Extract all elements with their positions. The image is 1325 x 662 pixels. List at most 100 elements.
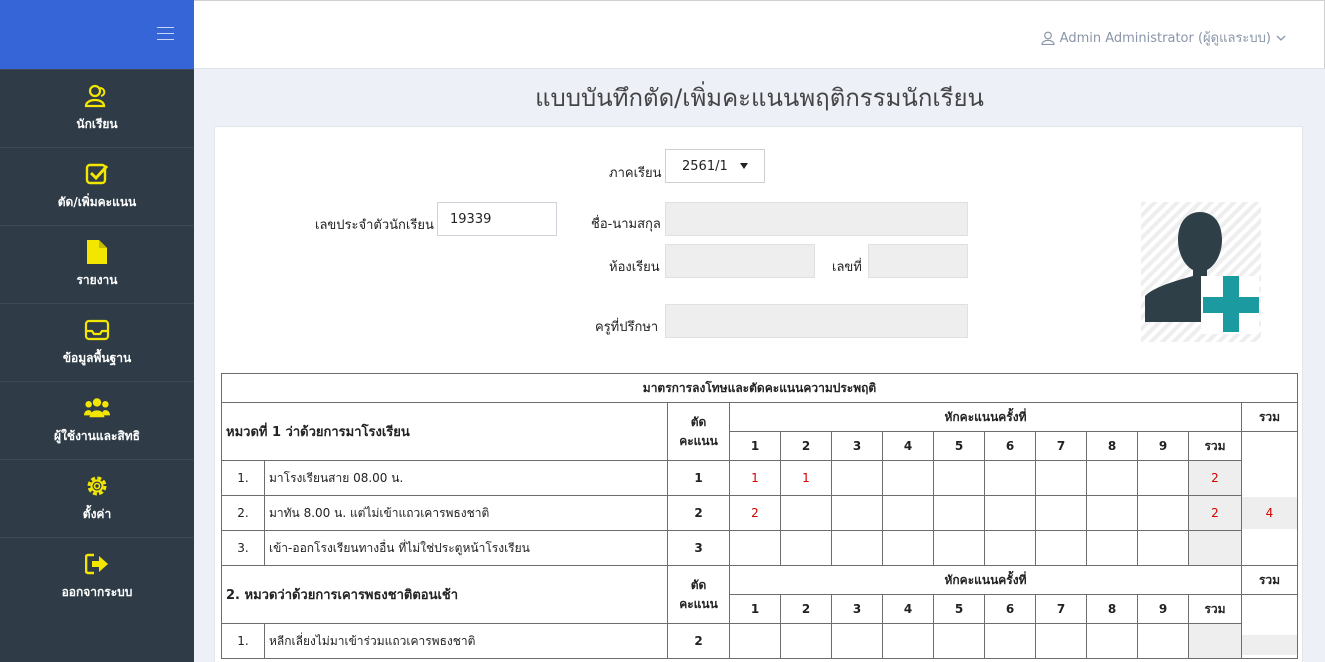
sidebar-item-users[interactable]: ผู้ใช้งานและสิทธิ	[0, 381, 194, 459]
mark-cell[interactable]	[780, 530, 832, 566]
row-number: 1.	[221, 623, 265, 659]
mark-cell[interactable]	[780, 623, 832, 659]
time-number: 1	[729, 431, 781, 461]
user-outline-icon	[84, 83, 110, 109]
sidebar-item-settings[interactable]: ตั้งค่า	[0, 459, 194, 537]
time-number: 6	[984, 431, 1036, 461]
mark-cell[interactable]	[831, 460, 883, 496]
mark-cell[interactable]	[1086, 460, 1138, 496]
mark-cell[interactable]	[933, 623, 985, 659]
sidebar: นักเรียน ตัด/เพิ่มคะแนน รายงาน ข้อมูลพื้…	[0, 0, 194, 662]
row-number: 2.	[221, 495, 265, 531]
mark-cell[interactable]	[1086, 495, 1138, 531]
mark-cell[interactable]	[1035, 623, 1087, 659]
semester-select[interactable]: 2561/1	[665, 149, 765, 183]
sidebar-item-reports[interactable]: รายงาน	[0, 225, 194, 303]
time-number: 4	[882, 431, 934, 461]
room-field	[665, 244, 815, 278]
student-id-input[interactable]	[437, 202, 557, 236]
mark-cell[interactable]	[1137, 495, 1189, 531]
time-number: 5	[933, 431, 985, 461]
sidebar-item-label: ผู้ใช้งานและสิทธิ	[54, 429, 140, 443]
name-field	[665, 202, 968, 236]
mark-cell[interactable]	[1035, 460, 1087, 496]
file-icon	[84, 239, 110, 265]
times-header: หักคะแนนครั้งที่	[729, 565, 1242, 595]
mark-cell[interactable]	[1086, 623, 1138, 659]
time-number: 7	[1035, 594, 1087, 624]
caret-down-icon	[740, 163, 748, 169]
room-label: ห้องเรียน	[609, 260, 660, 275]
time-number: 2	[780, 594, 832, 624]
mark-cell[interactable]	[882, 530, 934, 566]
mark-cell[interactable]	[933, 460, 985, 496]
mark-cell[interactable]	[831, 495, 883, 531]
inbox-icon	[84, 317, 110, 343]
hamburger-menu-icon[interactable]	[157, 27, 174, 41]
user-menu[interactable]: Admin Administrator (ผู้ดูแลระบบ)	[1041, 27, 1286, 48]
mark-cell[interactable]: 2	[729, 495, 781, 531]
row-description: มาโรงเรียนสาย 08.00 น.	[264, 460, 668, 496]
mark-cell[interactable]	[882, 495, 934, 531]
mark-cell[interactable]	[1137, 460, 1189, 496]
empty-cell	[1241, 431, 1298, 461]
time-number: 8	[1086, 431, 1138, 461]
mark-cell[interactable]	[984, 460, 1036, 496]
top-navbar: Admin Administrator (ผู้ดูแลระบบ)	[194, 0, 1325, 69]
deduct-points-header: ตัด คะแนน	[667, 402, 730, 461]
row-total-header: รวม	[1188, 594, 1242, 624]
mark-cell[interactable]	[780, 495, 832, 531]
number-field	[868, 244, 968, 278]
mark-cell[interactable]	[1035, 530, 1087, 566]
category-total-header: รวม	[1241, 565, 1298, 595]
category-title: หมวดที่ 1 ว่าด้วยการมาโรงเรียน	[221, 402, 668, 461]
mark-cell[interactable]	[882, 623, 934, 659]
sidebar-item-label: นักเรียน	[76, 117, 118, 131]
mark-cell[interactable]	[831, 530, 883, 566]
time-number: 6	[984, 594, 1036, 624]
row-total: 2	[1188, 460, 1242, 496]
sidebar-item-students[interactable]: นักเรียน	[0, 69, 194, 147]
times-header: หักคะแนนครั้งที่	[729, 402, 1242, 432]
table-row: 3. เข้า-ออกโรงเรียนทางอื่น ที่ไม่ใช่ประต…	[221, 530, 1298, 566]
name-label: ชื่อ-นามสกุล	[591, 217, 661, 232]
table-row: 1. หลีกเลี่ยงไม่มาเข้าร่วมแถวเคารพธงชาติ…	[221, 623, 1298, 659]
category-total	[1242, 634, 1297, 655]
mark-cell[interactable]	[1137, 530, 1189, 566]
mark-cell[interactable]	[933, 530, 985, 566]
mark-cell[interactable]: 1	[780, 460, 832, 496]
mark-cell[interactable]	[831, 623, 883, 659]
row-total-header: รวม	[1188, 431, 1242, 461]
mark-cell[interactable]	[1086, 530, 1138, 566]
time-number: 3	[831, 431, 883, 461]
mark-cell[interactable]	[933, 495, 985, 531]
number-label: เลขที่	[832, 260, 862, 275]
category-title: 2. หมวดว่าด้วยการเคารพธงชาติตอนเช้า	[221, 565, 668, 624]
mark-cell[interactable]	[729, 530, 781, 566]
mark-cell[interactable]	[984, 530, 1036, 566]
time-number: 3	[831, 594, 883, 624]
row-points: 2	[667, 623, 730, 659]
row-number: 1.	[221, 460, 265, 496]
table-title: มาตรการลงโทษและตัดคะแนนความประพฤติ	[221, 373, 1298, 403]
mark-cell[interactable]	[1137, 623, 1189, 659]
mark-cell[interactable]: 1	[729, 460, 781, 496]
chevron-down-icon	[1276, 35, 1286, 41]
semester-selected-value: 2561/1	[682, 158, 728, 174]
mark-cell[interactable]	[984, 495, 1036, 531]
mark-cell[interactable]	[984, 623, 1036, 659]
time-number: 8	[1086, 594, 1138, 624]
row-total	[1188, 623, 1242, 659]
sidebar-item-score[interactable]: ตัด/เพิ่มคะแนน	[0, 147, 194, 225]
table-row: 2. มาทัน 8.00 น. แต่ไม่เข้าแถวเคารพธงชาต…	[221, 495, 1298, 531]
mark-cell[interactable]	[882, 460, 934, 496]
student-id-label: เลขประจำตัวนักเรียน	[315, 218, 434, 233]
deduct-points-header: ตัด คะแนน	[667, 565, 730, 624]
sidebar-item-label: ข้อมูลพื้นฐาน	[62, 351, 132, 365]
sidebar-item-logout[interactable]: ออกจากระบบ	[0, 537, 194, 615]
empty-cell	[1241, 594, 1298, 624]
sidebar-item-master-data[interactable]: ข้อมูลพื้นฐาน	[0, 303, 194, 381]
time-number: 5	[933, 594, 985, 624]
mark-cell[interactable]	[729, 623, 781, 659]
mark-cell[interactable]	[1035, 495, 1087, 531]
